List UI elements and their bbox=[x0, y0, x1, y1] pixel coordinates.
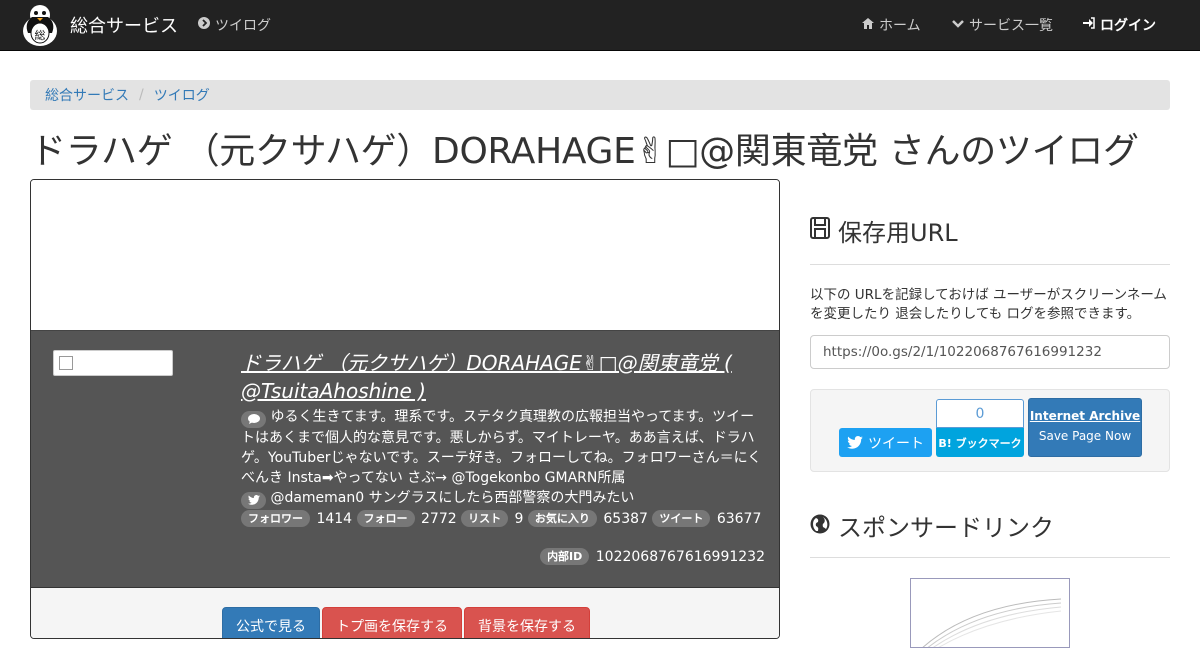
home-icon bbox=[862, 17, 874, 33]
nav-login-label: ログイン bbox=[1100, 18, 1156, 34]
internal-id-row: 内部ID 1022068767616991232 bbox=[540, 548, 765, 565]
profile-bio: ゆるく生きてます。理系です。ステタク真理教の広報担当やってます。ツイートはあくま… bbox=[241, 409, 762, 486]
followers-badge: フォロワー bbox=[241, 510, 310, 527]
internet-archive-label: Internet Archive bbox=[1029, 409, 1141, 423]
nav-home-link[interactable]: ホーム bbox=[862, 0, 921, 50]
page-title: ドラハゲ （元クサハゲ）DORAHAGE✌︎□@関東竜党 さんのツイログ bbox=[30, 131, 1139, 172]
breadcrumb: 総合サービス / ツイログ bbox=[30, 80, 1170, 110]
following-count: 2772 bbox=[421, 511, 457, 527]
breadcrumb-home-link[interactable]: 総合サービス bbox=[45, 85, 129, 105]
following-badge: フォロー bbox=[356, 510, 415, 527]
globe-icon bbox=[810, 512, 830, 540]
profile-location: @dameman0 サングラスにしたら西部警察の大門みたい bbox=[270, 490, 635, 506]
broken-image-icon bbox=[59, 356, 73, 370]
chevron-down-icon bbox=[952, 18, 964, 33]
brand-name: 総合サービス bbox=[70, 16, 178, 37]
action-button-bar: 公式で見る トプ画を保存する 背景を保存する bbox=[31, 587, 779, 638]
sponsored-title: スポンサードリンク bbox=[838, 514, 1054, 542]
sponsored-heading: スポンサードリンク bbox=[810, 508, 1170, 543]
save-background-button[interactable]: 背景を保存する bbox=[464, 607, 590, 638]
save-url-description: 以下の URLを記録しておけば ユーザーがスクリーンネームを変更したり 退会した… bbox=[810, 287, 1167, 322]
avatar bbox=[53, 350, 173, 376]
sign-in-icon bbox=[1083, 17, 1095, 33]
hatena-bookmark-count: 0 bbox=[936, 399, 1024, 428]
user-profile-panel: ドラハゲ （元クサハゲ）DORAHAGE✌︎□@関東竜党 ( @TsuitaAh… bbox=[30, 179, 780, 639]
save-url-field[interactable]: https://0o.gs/2/1/1022068767616991232 bbox=[810, 335, 1170, 369]
tweets-badge: ツイート bbox=[652, 510, 711, 527]
nav-services-label: サービス一覧 bbox=[969, 18, 1053, 34]
internet-archive-save-button[interactable]: Internet Archive Save Page Now bbox=[1028, 398, 1142, 457]
profile-info: ドラハゲ （元クサハゲ）DORAHAGE✌︎□@関東竜党 ( @TsuitaAh… bbox=[31, 330, 779, 588]
logo-kanji: 総 bbox=[35, 28, 46, 42]
divider bbox=[810, 264, 1170, 265]
twitter-bird-icon bbox=[847, 436, 863, 449]
penguin-logo-icon: 総 bbox=[23, 5, 57, 46]
save-top-image-button[interactable]: トプ画を保存する bbox=[322, 607, 462, 638]
nav-tweetlog-label: ツイログ bbox=[215, 18, 271, 34]
tweet-share-button[interactable]: ツイート bbox=[839, 428, 932, 457]
lists-count: 9 bbox=[514, 511, 524, 527]
comment-icon bbox=[241, 411, 266, 428]
profile-location-row: @dameman0 サングラスにしたら西部警察の大門みたい bbox=[241, 488, 766, 509]
brand-link[interactable]: 総 総合サービス bbox=[20, 2, 178, 48]
nav-home-label: ホーム bbox=[879, 18, 921, 34]
favorites-count: 65387 bbox=[603, 511, 648, 527]
profile-name-link[interactable]: ドラハゲ （元クサハゲ）DORAHAGE✌︎□@関東竜党 ( @TsuitaAh… bbox=[241, 349, 741, 405]
view-official-button[interactable]: 公式で見る bbox=[222, 607, 320, 638]
sponsored-ad-image[interactable] bbox=[910, 578, 1070, 648]
lists-badge: リスト bbox=[461, 510, 509, 527]
nav-login-link[interactable]: ログイン bbox=[1083, 0, 1156, 50]
save-page-now-label: Save Page Now bbox=[1038, 429, 1132, 443]
favorites-badge: お気に入り bbox=[527, 510, 597, 527]
hatena-bookmark-button[interactable]: B! ブックマーク bbox=[936, 428, 1024, 457]
internal-id-value: 1022068767616991232 bbox=[595, 549, 765, 565]
profile-bio-row: ゆるく生きてます。理系です。ステタク真理教の広報担当やってます。ツイートはあくま… bbox=[241, 407, 766, 488]
floppy-disk-icon bbox=[810, 216, 830, 245]
profile-banner bbox=[31, 180, 779, 330]
nav-services-dropdown[interactable]: サービス一覧 bbox=[952, 0, 1053, 50]
nav-tweetlog-link[interactable]: ツイログ bbox=[198, 0, 271, 50]
profile-details: ゆるく生きてます。理系です。ステタク真理教の広報担当やってます。ツイートはあくま… bbox=[241, 407, 766, 529]
save-url-title: 保存用URL bbox=[838, 219, 958, 247]
twitter-icon bbox=[241, 492, 266, 509]
save-url-heading: 保存用URL bbox=[810, 213, 1170, 248]
breadcrumb-separator: / bbox=[139, 87, 144, 103]
top-navbar: 総 総合サービス ツイログ ホーム サービス一覧 ログイン bbox=[0, 0, 1200, 51]
tweets-count: 63677 bbox=[716, 511, 762, 527]
profile-stats: フォロワー 1414 フォロー 2772 リスト 9 お気に入り 65387 ツ… bbox=[241, 509, 766, 529]
share-buttons-well: ツイート 0 B! ブックマーク Internet Archive Save P… bbox=[810, 389, 1170, 472]
followers-count: 1414 bbox=[316, 511, 353, 527]
internal-id-badge: 内部ID bbox=[540, 548, 590, 565]
breadcrumb-tweetlog-link[interactable]: ツイログ bbox=[154, 85, 210, 105]
tweet-share-label: ツイート bbox=[868, 435, 924, 452]
chevron-circle-right-icon bbox=[198, 17, 210, 33]
divider bbox=[810, 557, 1170, 558]
